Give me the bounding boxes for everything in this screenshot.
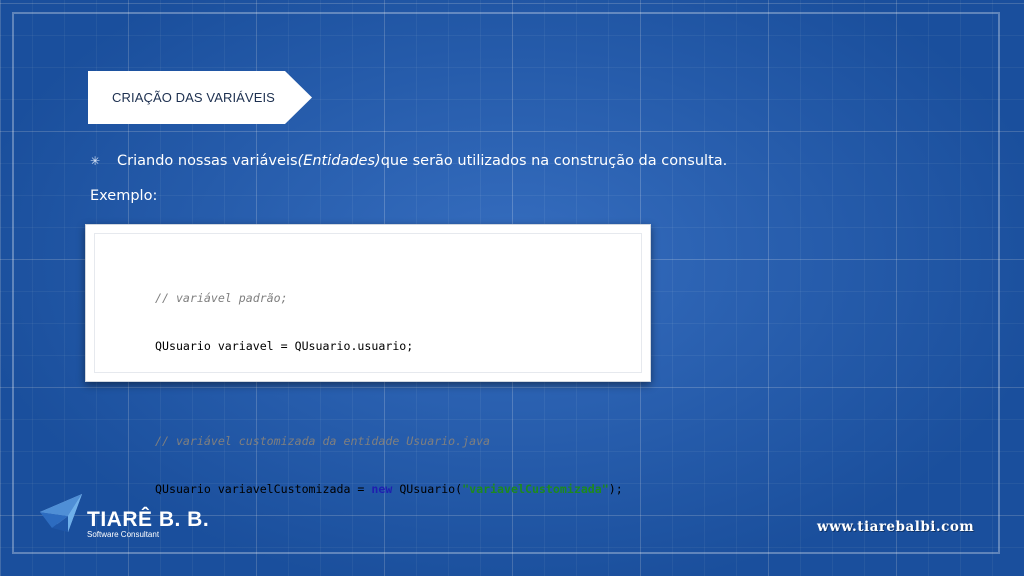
code-string-literal: "variavelCustomizada" — [462, 482, 609, 496]
website-url: www.tiarebalbi.com — [817, 519, 975, 535]
brand-name: TIARÊ B. B. — [87, 508, 210, 531]
example-label: Exemplo: — [90, 188, 158, 204]
asterisk-icon: ✳ — [90, 154, 101, 168]
code-comment-1: // variável padrão; — [155, 291, 288, 305]
bullet-text-after: que serão utilizados na construção da co… — [380, 153, 728, 169]
code-line-4-suffix: ); — [608, 482, 623, 496]
code-line-4-call: QUsuario( — [392, 482, 463, 496]
code-comment-2: // variável customizada da entidade Usua… — [155, 434, 491, 448]
section-title: CRIAÇÃO DAS VARIÁVEIS — [112, 90, 275, 105]
brand-logo: TIARÊ B. B. Software Consultant — [38, 492, 210, 542]
code-block: // variável padrão; QUsuario variavel = … — [155, 258, 623, 529]
bullet-text-before: Criando nossas variáveis — [117, 153, 298, 169]
paper-plane-logo-icon — [40, 494, 82, 532]
code-line-2: QUsuario variavel = QUsuario.usuario; — [155, 339, 414, 353]
code-screenshot: // variável padrão; QUsuario variavel = … — [85, 224, 651, 496]
brand-subtitle: Software Consultant — [87, 530, 160, 539]
bullet-item: ✳ Criando nossas variáveis (Entidades) q… — [90, 150, 727, 172]
code-keyword-new: new — [371, 482, 393, 496]
bullet-text-emphasis: (Entidades) — [297, 153, 381, 169]
section-title-tab: CRIAÇÃO DAS VARIÁVEIS — [88, 71, 312, 124]
